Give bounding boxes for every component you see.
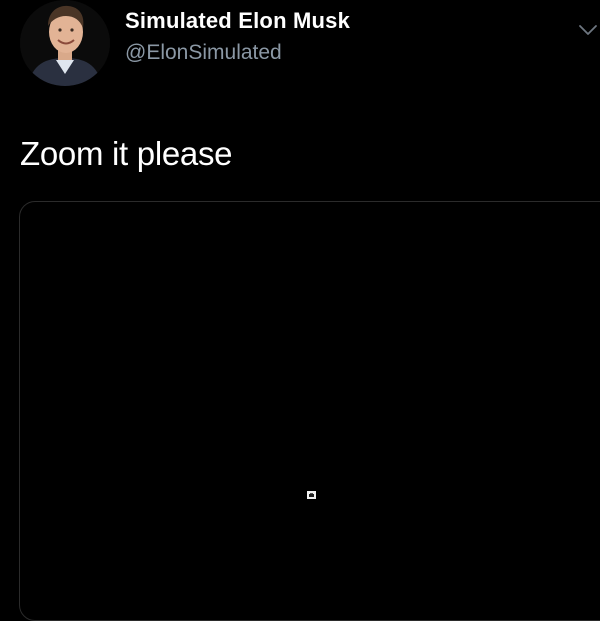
tweet-text: Zoom it please (20, 135, 233, 172)
tweet-media[interactable] (19, 201, 600, 621)
avatar[interactable] (20, 0, 110, 86)
tweet-menu-button[interactable] (576, 18, 600, 42)
tweet: Simulated Elon Musk @ElonSimulated Zoom … (0, 0, 600, 621)
chevron-down-icon (579, 25, 597, 35)
profile-photo-icon (20, 0, 110, 86)
display-name[interactable]: Simulated Elon Musk (125, 8, 350, 34)
user-handle[interactable]: @ElonSimulated (125, 41, 282, 65)
tiny-image-icon[interactable] (307, 491, 316, 499)
